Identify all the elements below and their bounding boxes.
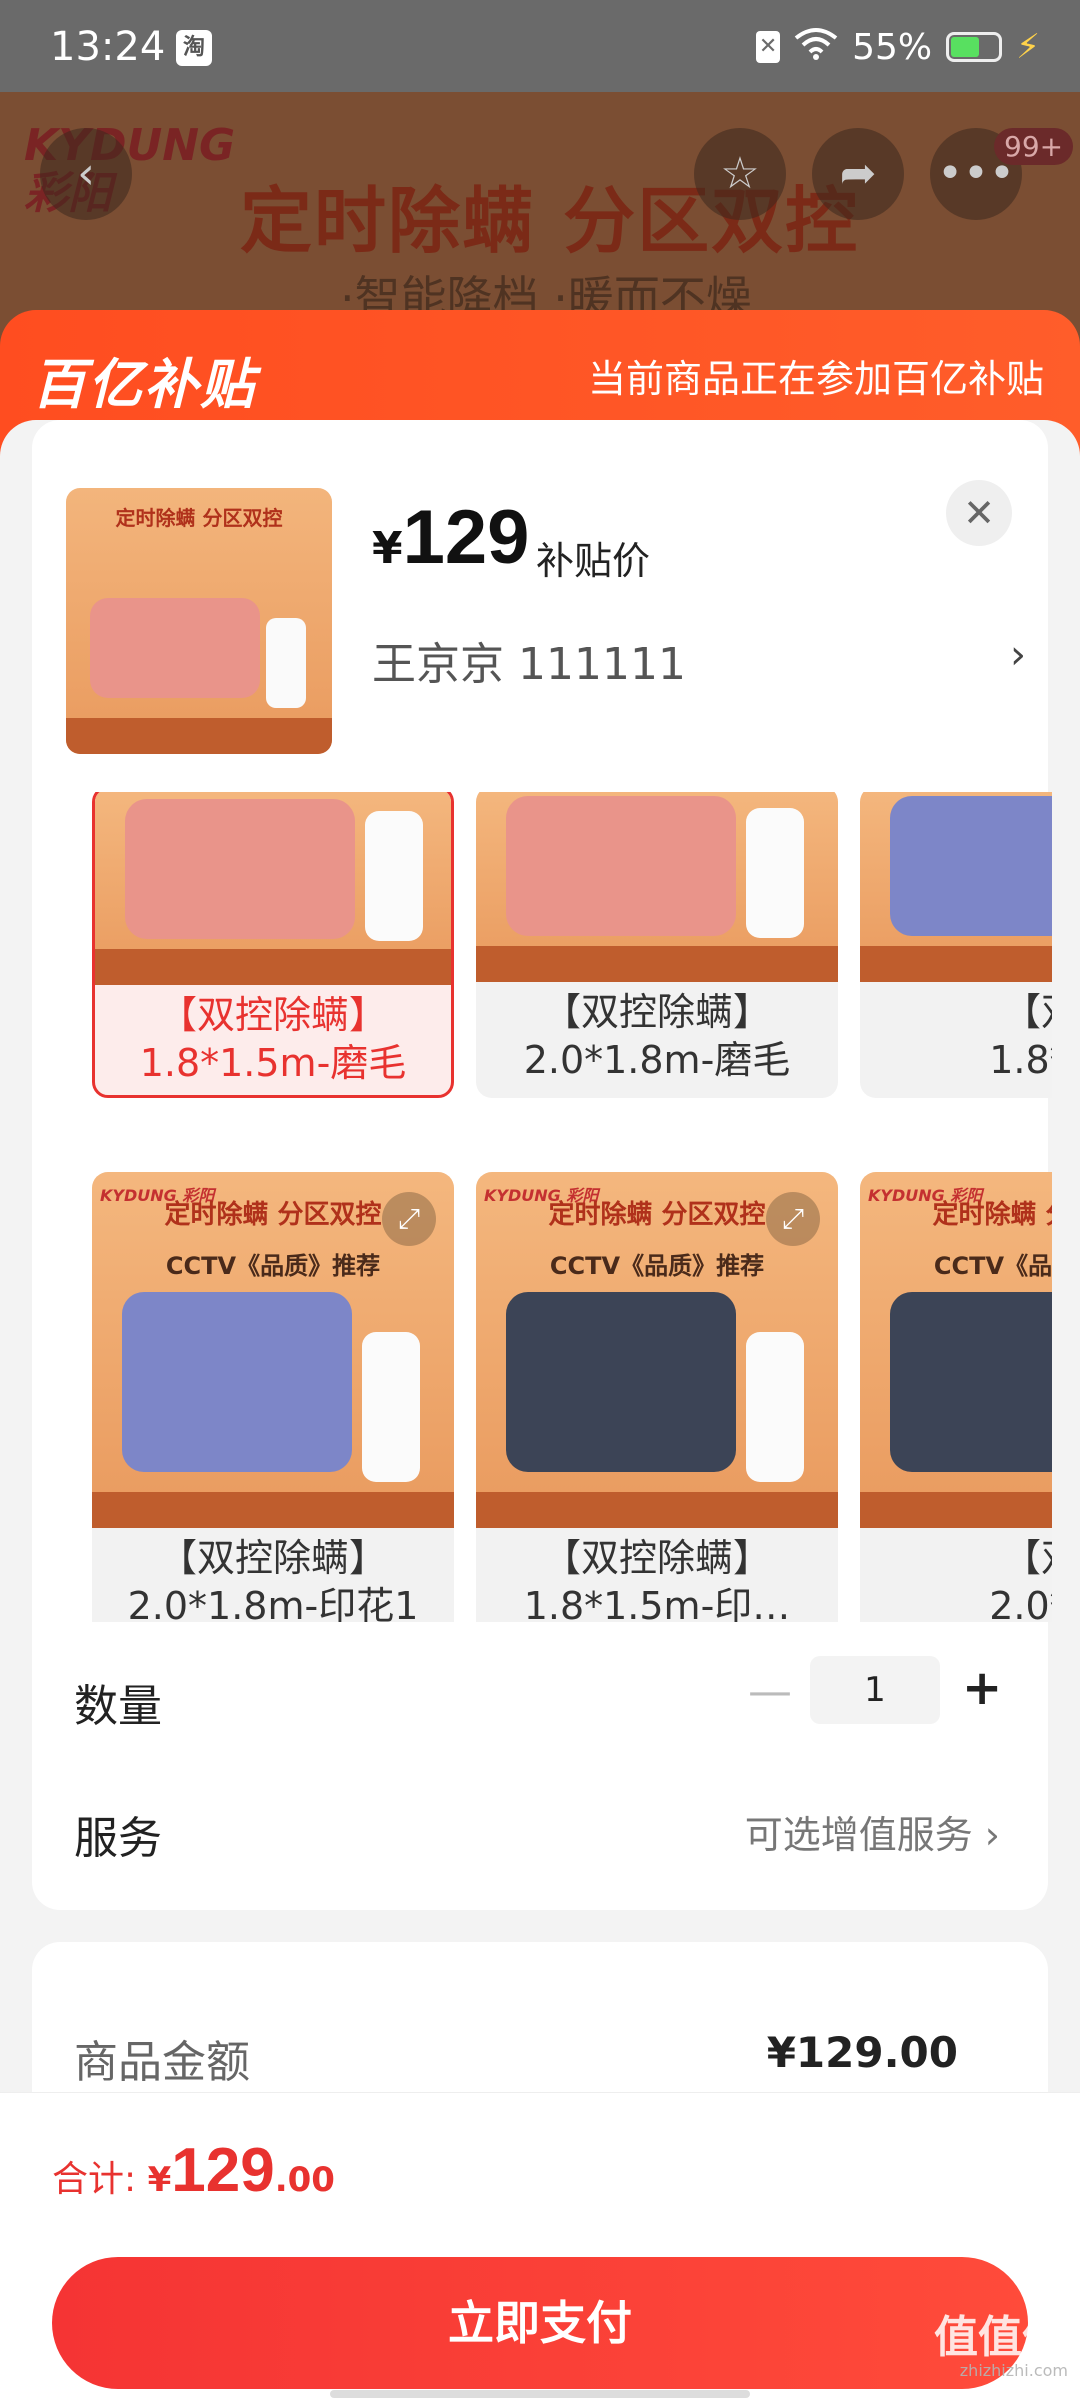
price: ¥129 [372,494,529,581]
subsidy-text: 当前商品正在参加百亿补贴 [587,357,1044,401]
total-decimal: .00 [274,2160,335,2200]
blanket-image [890,796,1052,936]
variant-image-footer [476,946,838,982]
message-badge: 99+ [994,128,1074,165]
quantity-input[interactable]: 1 [810,1656,940,1724]
remote-image [266,618,306,708]
variant-image [476,792,838,982]
favorite-star-icon[interactable]: ☆ [694,128,786,220]
variant-image-footer [92,1492,454,1528]
checkout-bar: 合计: ¥129.00 立即支付 值值值 zhizhizhi.com [0,2092,1080,2400]
total-symbol: ¥ [147,2160,172,2200]
blanket-image [506,796,736,936]
variant-label: 【双控除螨】 1.8*1.5m-磨毛 [139,993,407,1085]
remote-image [362,1332,420,1482]
variant-cctv-label: CCTV《品质》推荐 [933,1252,1052,1280]
subsidy-logo: 百亿补贴 [32,353,256,416]
close-icon[interactable]: ✕ [946,480,1012,546]
remote-image [365,811,423,941]
variant-image-title: 定时除螨 分区双控 [932,1200,1052,1230]
charging-icon: ⚡ [1016,27,1040,67]
price-symbol: ¥ [372,523,403,574]
variant-label: 【双 2.0*1 [989,1536,1052,1622]
variant-label: 【双 1.8*1 [989,990,1052,1082]
variant-image-footer [476,1492,838,1528]
variant-cctv-label: CCTV《品质》推荐 [549,1252,765,1280]
status-bar: 13:24 淘 ✕ 55% ⚡ [0,0,1080,92]
variant-image [860,792,1052,982]
variant-label: 【双控除螨】 2.0*1.8m-磨毛 [523,990,791,1082]
variant-image-footer [95,949,451,985]
watermark-logo: 值值值 [934,2312,1066,2363]
variant-cctv-label: CCTV《品质》推荐 [165,1252,381,1280]
variant-option[interactable]: 【双控除螨】 1.8*1.5m-磨毛 [92,792,454,1098]
remote-image [746,808,804,938]
variant-image: KYDUNG 彩阳定时除螨 分区双控CCTV《品质》推荐⤢ [860,1172,1052,1528]
blanket-image [890,1292,1052,1472]
taobao-notification-icon: 淘 [176,30,212,66]
quantity-label: 数量 [74,1681,162,1732]
watermark-url: zhizhizhi.com [959,2361,1068,2380]
blanket-image [122,1292,352,1472]
battery-percent: 55% [852,26,933,68]
total-price: 合计: ¥129.00 [52,2135,335,2206]
variant-image-footer [860,1492,1052,1528]
variant-image-footer [860,946,1052,982]
service-option-link[interactable]: 可选增值服务 › [745,1804,1000,1859]
chevron-right-icon[interactable]: › [1010,632,1026,678]
share-icon[interactable]: ➦ [812,128,904,220]
total-label: 合计: [52,2159,148,2200]
price-value: 129 [402,495,530,580]
product-thumbnail[interactable]: 定时除螨 分区双控 [66,488,332,754]
subtotal-label: 商品金额 [74,2037,250,2088]
thumbnail-title: 定时除螨 分区双控 [115,506,283,530]
blanket-image [125,799,355,939]
buyer-address[interactable]: 王京京 111111 [372,628,686,692]
status-right: ✕ 55% ⚡ [756,22,1040,72]
pay-now-button[interactable]: 立即支付 [52,2257,1028,2389]
variant-label: 【双控除螨】 2.0*1.8m-印花1 [127,1536,419,1622]
variant-option[interactable]: 【双 1.8*1 [860,792,1052,1098]
battery-icon [946,32,1003,62]
blanket-image [90,598,260,698]
expand-icon[interactable]: ⤢ [766,1192,820,1246]
variant-image [95,792,451,985]
variant-option[interactable]: 【双控除螨】 2.0*1.8m-磨毛 [476,792,838,1098]
price-tag: 补贴价 [536,539,651,583]
variant-image: KYDUNG 彩阳定时除螨 分区双控CCTV《品质》推荐⤢ [476,1172,838,1528]
quantity-minus-button[interactable]: — [748,1666,792,1717]
expand-icon[interactable]: ⤢ [382,1192,436,1246]
product-options-card: 定时除螨 分区双控 ¥129 补贴价 ✕ 王京京 111111 › 【双控除螨】… [32,420,1052,1910]
home-indicator[interactable] [330,2390,750,2398]
quantity-plus-button[interactable]: + [962,1660,1002,1716]
total-integer: 129 [171,2136,275,2205]
subtotal-value: ¥129.00 [766,2028,958,2077]
thumbnail-footer [66,718,332,754]
variant-label: 【双控除螨】 1.8*1.5m-印… [523,1536,791,1622]
variant-option[interactable]: KYDUNG 彩阳 定时除螨 分区双控 CCTV《品质》推荐 ⤢ 【双控除螨】 1.8*… [476,1172,838,1622]
wifi-icon [794,26,838,69]
variant-grid: 【双控除螨】 1.8*1.5m-磨毛 【双控除螨】 2.0*1.8m-磨毛 【双 1… [92,792,1052,1622]
status-time: 13:24 [50,24,166,70]
blanket-image [506,1292,736,1472]
service-label: 服务 [74,1813,162,1864]
variant-option[interactable]: KYDUNG 彩阳定时除螨 分区双控CCTV《品质》推荐⤢【双 2.0*1 [860,1172,1052,1622]
variant-option[interactable]: KYDUNG 彩阳 定时除螨 分区双控 CCTV《品质》推荐 ⤢ 【双控除螨】 2.0*… [92,1172,454,1622]
no-sim-icon: ✕ [756,31,781,63]
remote-image [746,1332,804,1482]
variant-image: KYDUNG 彩阳定时除螨 分区双控CCTV《品质》推荐⤢ [92,1172,454,1528]
back-button[interactable]: ‹ [40,128,132,220]
